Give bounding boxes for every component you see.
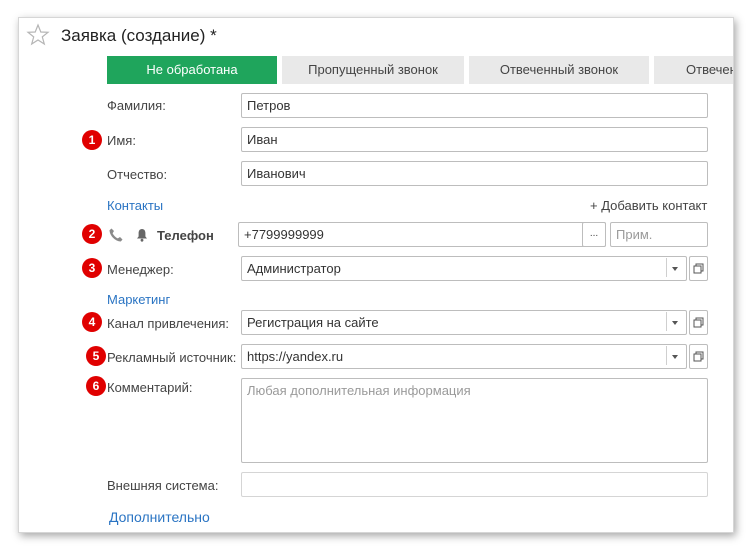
add-contact-button[interactable]: + Добавить контакт [590, 198, 707, 213]
name-field[interactable]: Иван [241, 127, 708, 152]
source-open-button[interactable] [689, 344, 708, 369]
name-label: Имя: [107, 133, 136, 148]
title-bar: Заявка (создание) * [19, 18, 733, 54]
phone-icon [109, 228, 123, 242]
manager-open-button[interactable] [689, 256, 708, 281]
marker-4: 4 [82, 312, 102, 332]
marker-3: 3 [82, 258, 102, 278]
page-title: Заявка (создание) * [61, 26, 217, 45]
marker-6: 6 [86, 376, 106, 396]
chevron-down-icon[interactable] [670, 266, 680, 272]
status-tabs: Не обработана Пропущенный звонок Отвечен… [107, 56, 733, 84]
external-system-label: Внешняя система: [107, 478, 219, 493]
channel-label: Канал привлечения: [107, 316, 230, 331]
star-icon[interactable] [26, 23, 50, 47]
phone-select-button[interactable]: ... [582, 222, 606, 247]
manager-select[interactable]: Администратор [241, 256, 687, 281]
patronymic-label: Отчество: [107, 167, 168, 182]
marketing-section-link[interactable]: Маркетинг [107, 292, 170, 307]
source-label: Рекламный источник: [107, 350, 237, 365]
tab-not-processed[interactable]: Не обработана [107, 56, 277, 84]
chevron-down-icon[interactable] [670, 320, 680, 326]
manager-label: Менеджер: [107, 262, 174, 277]
bell-icon[interactable] [136, 228, 148, 242]
source-select[interactable]: https://yandex.ru [241, 344, 687, 369]
divider [666, 258, 667, 277]
channel-select[interactable]: Регистрация на сайте [241, 310, 687, 335]
channel-open-button[interactable] [689, 310, 708, 335]
phone-note-field[interactable]: Прим. [610, 222, 708, 247]
marker-1: 1 [82, 130, 102, 150]
patronymic-field[interactable]: Иванович [241, 161, 708, 186]
tab-answered-call[interactable]: Отвеченный звонок [469, 56, 649, 84]
comment-label: Комментарий: [107, 380, 193, 395]
comment-textarea[interactable]: Любая дополнительная информация [241, 378, 708, 463]
surname-label: Фамилия: [107, 98, 166, 113]
contacts-section-link[interactable]: Контакты [107, 198, 163, 213]
tab-answered[interactable]: Отвечен [654, 56, 733, 84]
more-link[interactable]: Дополнительно [109, 509, 210, 525]
open-window-icon [693, 317, 704, 328]
divider [666, 312, 667, 331]
open-window-icon [693, 263, 704, 274]
open-window-icon [693, 351, 704, 362]
divider [666, 346, 667, 365]
external-system-field[interactable] [241, 472, 708, 497]
phone-type-label: Телефон [157, 228, 214, 243]
marker-2: 2 [82, 224, 102, 244]
surname-field[interactable]: Петров [241, 93, 708, 118]
phone-field[interactable]: +7799999999 [238, 222, 606, 247]
tab-missed-call[interactable]: Пропущенный звонок [282, 56, 464, 84]
marker-5: 5 [86, 346, 106, 366]
form-window: Заявка (создание) * Не обработана Пропущ… [18, 17, 734, 533]
chevron-down-icon[interactable] [670, 354, 680, 360]
